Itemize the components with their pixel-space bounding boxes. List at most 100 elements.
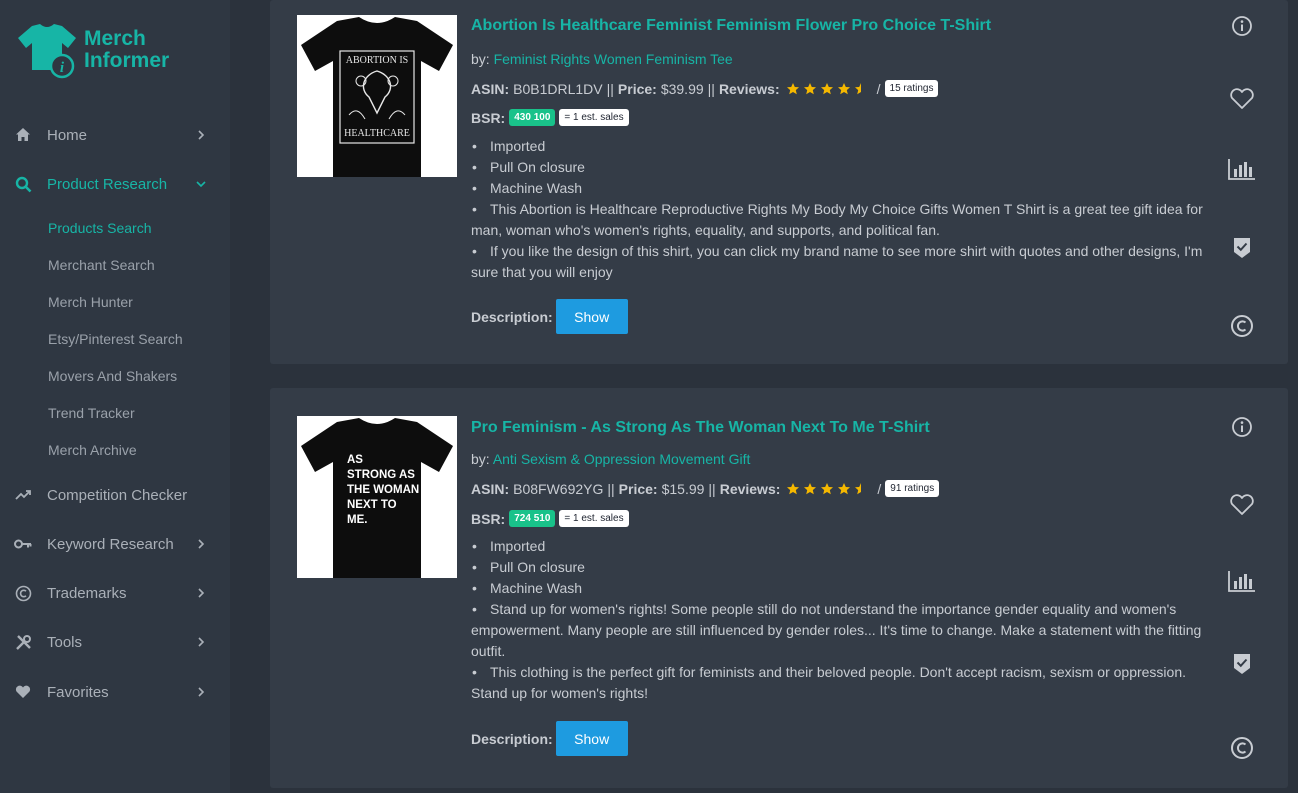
product-meta-row: ASIN: B0B1DRL1DV || Price: $39.99 || Rev… [471, 80, 939, 97]
sidebar-subitem-merchant-search[interactable]: Merchant Search [48, 257, 155, 273]
bsr-row: BSR: 430 100 = 1 est. sales [471, 109, 629, 126]
show-description-button[interactable]: Show [555, 299, 628, 334]
product-title-link[interactable]: Pro Feminism - As Strong As The Woman Ne… [471, 419, 930, 437]
sidebar-item-product-research[interactable]: Product Research [0, 169, 230, 199]
separator: || [708, 480, 716, 497]
by-label: by: [471, 451, 490, 467]
heart-outline-icon[interactable] [1228, 491, 1256, 519]
product-image[interactable]: AS STRONG AS THE WOMAN NEXT TO ME. [297, 416, 457, 578]
feature-bullet: Pull On closure [471, 557, 1206, 578]
asin-value: B0B1DRL1DV [513, 80, 603, 97]
reviews-label: Reviews: [719, 480, 781, 497]
feature-bullet: Machine Wash [471, 578, 1206, 599]
sidebar-item-label: Favorites [47, 683, 109, 701]
copyright-icon [14, 584, 32, 602]
heart-outline-icon[interactable] [1228, 85, 1256, 113]
shirt-text-line: STRONG AS [347, 469, 415, 481]
price-value: $39.99 [660, 80, 704, 97]
heart-icon [14, 683, 32, 701]
sidebar-item-label: Keyword Research [47, 535, 174, 553]
product-title-link[interactable]: Abortion Is Healthcare Feminist Feminism… [471, 17, 991, 35]
info-icon[interactable] [1228, 413, 1256, 441]
product-byline: by: Feminist Rights Women Feminism Tee [471, 51, 733, 67]
chevron-right-icon [196, 130, 206, 140]
sidebar-item-favorites[interactable]: Favorites [0, 677, 230, 707]
sidebar-item-competition-checker[interactable]: Competition Checker [0, 480, 230, 510]
copyright-icon[interactable] [1228, 312, 1256, 340]
bar-chart-icon[interactable] [1228, 155, 1256, 183]
asin-value: B08FW692YG [513, 480, 604, 497]
star-half-icon [854, 82, 861, 94]
ratings-count-badge: 15 ratings [884, 80, 939, 97]
sidebar-item-tools[interactable]: Tools [0, 627, 230, 657]
star-full-icon [820, 82, 833, 94]
feature-bullet: Imported [471, 536, 1206, 557]
price-value: $15.99 [661, 480, 705, 497]
info-icon[interactable] [1228, 12, 1256, 40]
sidebar-subitem-products-search[interactable]: Products Search [48, 220, 152, 236]
bar-chart-icon[interactable] [1228, 567, 1256, 595]
logo-text: Merch Informer [84, 28, 169, 72]
product-byline: by: Anti Sexism & Oppression Movement Gi… [471, 451, 750, 467]
shirt-text-line: AS [347, 454, 363, 466]
tools-icon [14, 633, 32, 651]
feature-bullet: This Abortion is Healthcare Reproductive… [471, 199, 1206, 241]
show-description-button[interactable]: Show [555, 721, 628, 756]
chevron-right-icon [196, 687, 206, 697]
feature-bullet: Pull On closure [471, 157, 1206, 178]
product-meta-row: ASIN: B08FW692YG || Price: $15.99 || Rev… [471, 480, 940, 497]
star-full-icon [787, 482, 800, 494]
feature-bullet: Imported [471, 136, 1206, 157]
star-rating [786, 482, 871, 496]
product-card: ABORTION IS HEALTHCARE Abortion Is Healt… [270, 0, 1288, 364]
logo-line1: Merch [84, 27, 146, 50]
sidebar-item-label: Product Research [47, 175, 168, 193]
copyright-icon[interactable] [1228, 734, 1256, 762]
sidebar-subitem-merch-archive[interactable]: Merch Archive [48, 442, 137, 458]
ratings-count-badge: 91 ratings [885, 480, 940, 497]
product-image[interactable]: ABORTION IS HEALTHCARE [297, 15, 457, 177]
shirt-text-line: ABORTION IS [346, 55, 408, 66]
chevron-right-icon [196, 539, 206, 549]
asin-label: ASIN: [471, 480, 510, 497]
brand-link[interactable]: Anti Sexism & Oppression Movement Gift [493, 451, 751, 467]
separator: || [607, 480, 615, 497]
feature-bullet: Stand up for women's rights! Some people… [471, 599, 1206, 662]
description-label: Description: [471, 308, 553, 325]
key-icon [14, 535, 32, 553]
trending-icon [14, 486, 32, 504]
sidebar-subitem-etsy-pinterest-search[interactable]: Etsy/Pinterest Search [48, 331, 183, 347]
sidebar-item-label: Home [47, 126, 88, 144]
sidebar-item-trademarks[interactable]: Trademarks [0, 578, 230, 608]
est-sales-badge: = 1 est. sales [559, 510, 629, 527]
description-label: Description: [471, 730, 553, 747]
feature-bullet: If you like the design of this shirt, yo… [471, 241, 1206, 283]
price-label: Price: [618, 480, 658, 497]
product-card: AS STRONG AS THE WOMAN NEXT TO ME. Pro F… [270, 388, 1288, 788]
feature-bullet-list: Imported Pull On closure Machine Wash Th… [471, 136, 1206, 283]
sidebar-item-keyword-research[interactable]: Keyword Research [0, 529, 230, 559]
shirt-text-line: THE WOMAN [347, 484, 419, 496]
star-full-icon [837, 82, 850, 94]
chevron-right-icon [196, 588, 206, 598]
sidebar-subitem-merch-hunter[interactable]: Merch Hunter [48, 294, 133, 310]
merch-informer-logo[interactable]: i Merch Informer [16, 22, 216, 82]
home-icon [14, 126, 32, 144]
shield-check-icon[interactable] [1228, 650, 1256, 678]
bsr-badge: 430 100 [509, 109, 556, 126]
feature-bullet: This clothing is the perfect gift for fe… [471, 662, 1206, 704]
feature-bullet-list: Imported Pull On closure Machine Wash St… [471, 536, 1206, 704]
shield-check-icon[interactable] [1228, 234, 1256, 262]
star-full-icon [821, 482, 834, 494]
star-half-icon [855, 482, 862, 494]
sidebar-subitem-movers-and-shakers[interactable]: Movers And Shakers [48, 368, 177, 384]
rating-slash: / [877, 480, 882, 497]
brand-link[interactable]: Feminist Rights Women Feminism Tee [494, 51, 733, 67]
star-full-icon [786, 82, 799, 94]
sidebar-item-home[interactable]: Home [0, 120, 230, 150]
asin-label: ASIN: [471, 80, 510, 97]
star-full-icon [804, 482, 817, 494]
sidebar-subitem-trend-tracker[interactable]: Trend Tracker [48, 405, 135, 421]
by-label: by: [471, 51, 490, 67]
tshirt-logo-icon: i [18, 24, 76, 79]
